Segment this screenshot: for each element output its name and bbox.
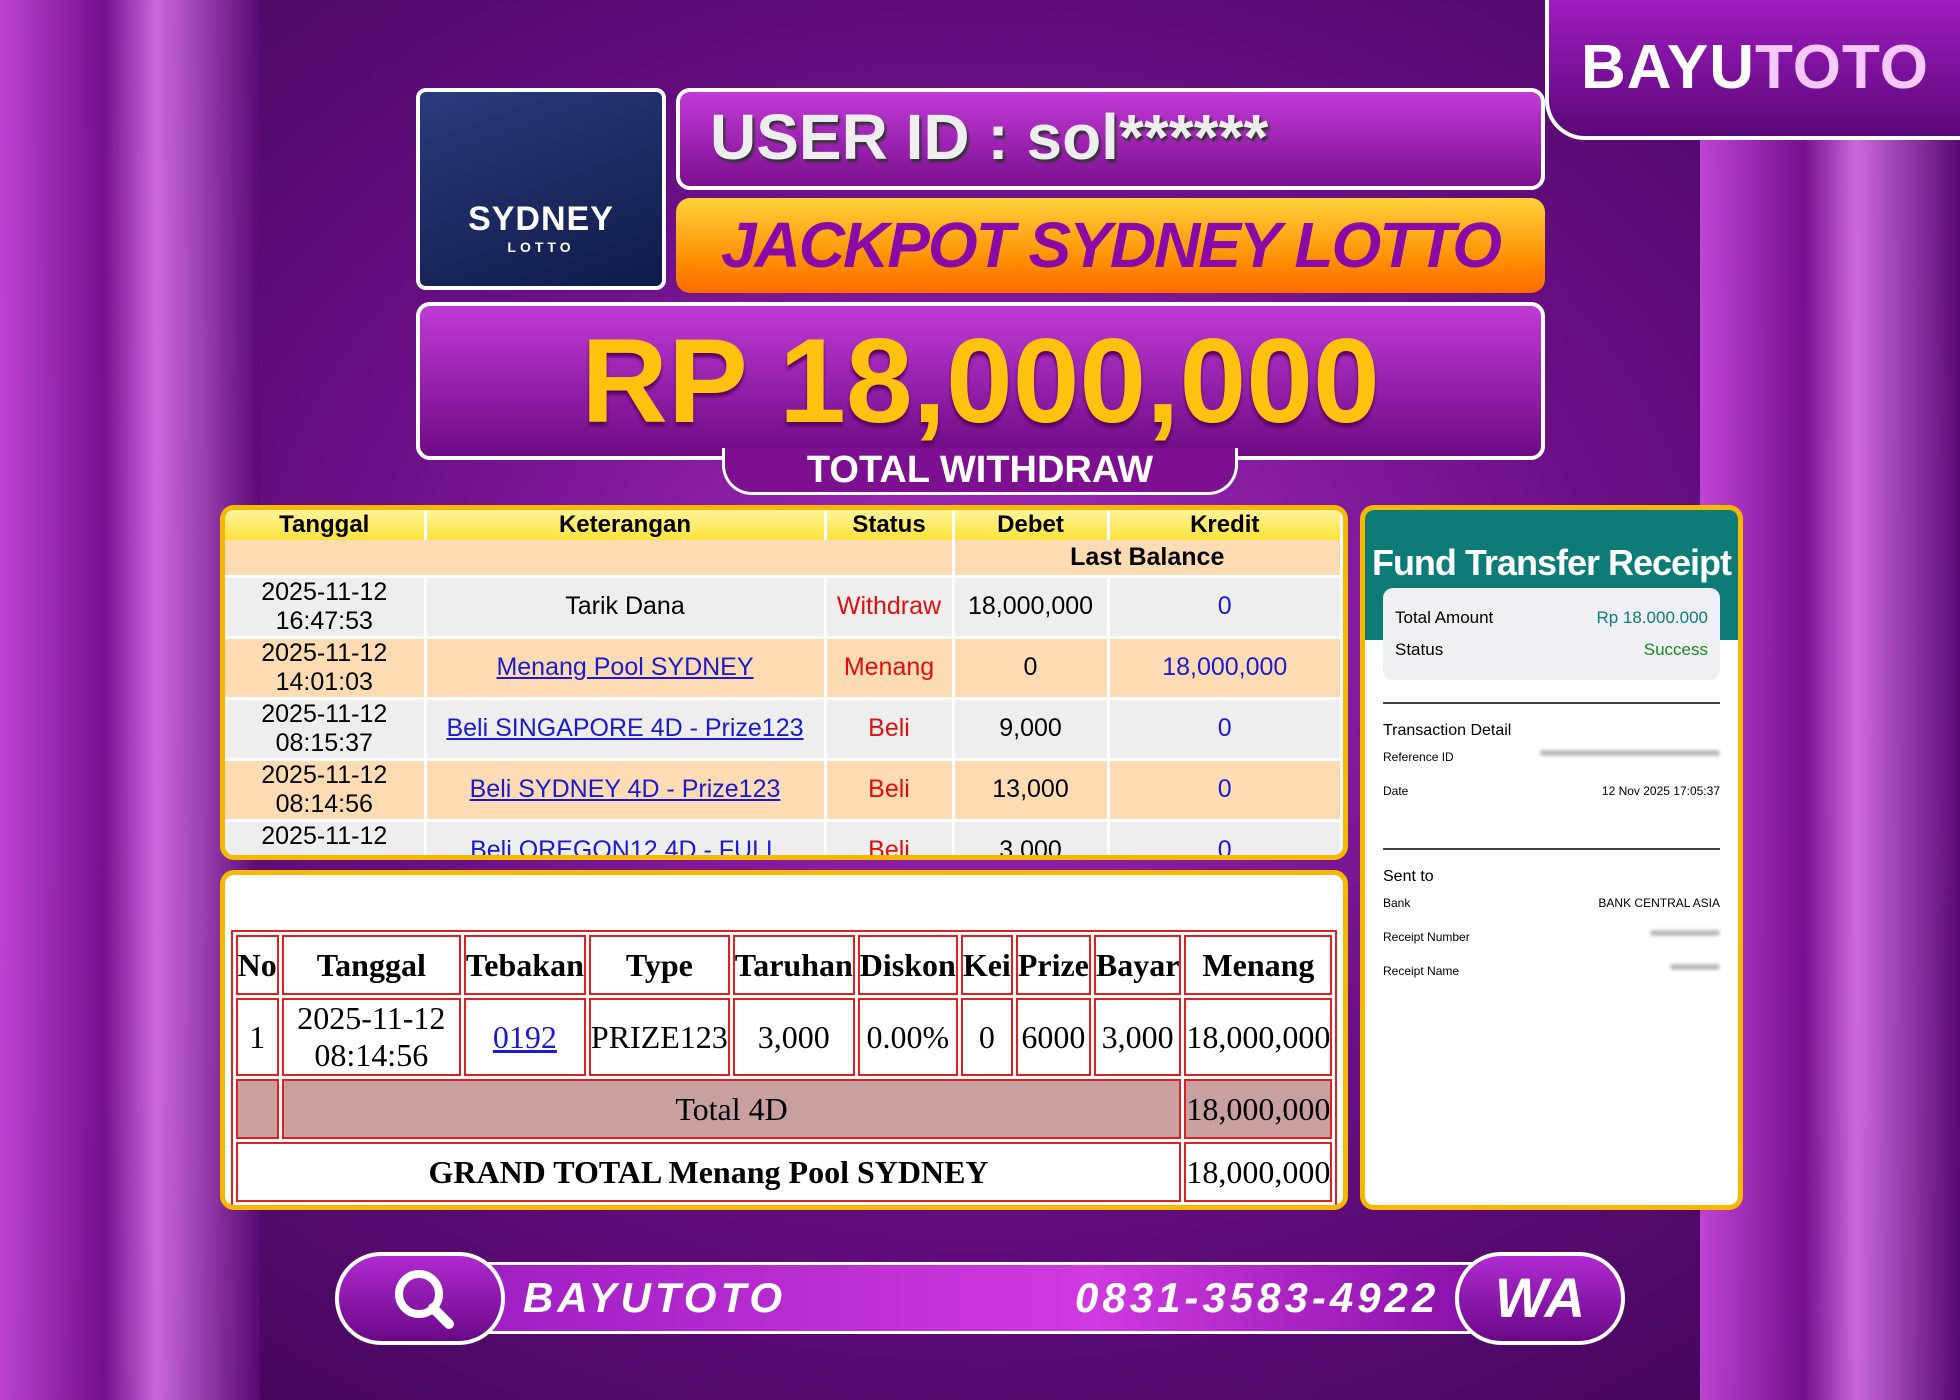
tx-debet: 3,000: [953, 820, 1108, 860]
tx-debet: 0: [953, 637, 1108, 698]
last-balance-label: Last Balance: [953, 540, 1342, 576]
footer-site-name: BAYUTOTO: [523, 1274, 786, 1322]
tx-date: 2025-11-12 08:14:56: [225, 759, 425, 820]
bet-col-tanggal: Tanggal: [282, 935, 461, 995]
tx-date: 2025-11-12 14:01:03: [225, 637, 425, 698]
tx-desc[interactable]: Menang Pool SYDNEY: [425, 637, 825, 698]
transaction-row: 2025-11-12 08:15:37 Beli SINGAPORE 4D - …: [225, 698, 1342, 759]
fund-transfer-receipt: Fund Transfer Receipt Total AmountRp 18.…: [1360, 505, 1743, 1210]
tx-debet: 18,000,000: [953, 576, 1108, 637]
tx-kredit: 0: [1108, 759, 1342, 820]
tx-date: 2025-11-12 08:15:37: [225, 698, 425, 759]
date-label: Date: [1383, 784, 1408, 798]
footer-phone: 0831-3583-4922: [1075, 1274, 1439, 1322]
whatsapp-button[interactable]: WA: [1455, 1252, 1625, 1345]
col-tanggal: Tanggal: [225, 510, 425, 540]
grand-total-label: GRAND TOTAL Menang Pool SYDNEY: [236, 1142, 1182, 1202]
total-amount-value: Rp 18.000.000: [1596, 608, 1708, 628]
search-button[interactable]: [335, 1252, 505, 1345]
search-icon: [339, 1256, 509, 1342]
tx-date: 2025-11-12 16:47:53: [225, 576, 425, 637]
bet-diskon: 0.00%: [858, 998, 958, 1076]
tx-desc[interactable]: Beli SYDNEY 4D - Prize123: [425, 759, 825, 820]
sent-to-title: Sent to: [1383, 868, 1720, 886]
tx-status: Menang: [825, 637, 953, 698]
receipt-number-redacted: [1650, 930, 1720, 936]
tx-status: Beli: [825, 759, 953, 820]
col-debet: Debet: [953, 510, 1108, 540]
bet-no: 1: [236, 998, 279, 1076]
total-amount-label: Total Amount: [1395, 608, 1493, 628]
tx-kredit: 0: [1108, 576, 1342, 637]
bank-label: Bank: [1383, 896, 1410, 910]
tx-debet: 9,000: [953, 698, 1108, 759]
tx-desc: Tarik Dana: [425, 576, 825, 637]
tx-kredit: 0: [1108, 820, 1342, 860]
bet-kei: 0: [961, 998, 1013, 1076]
bet-col-bayar: Bayar: [1094, 935, 1182, 995]
col-status: Status: [825, 510, 953, 540]
tx-kredit: 0: [1108, 698, 1342, 759]
receipt-name-redacted: [1670, 964, 1720, 970]
tx-status: Withdraw: [825, 576, 953, 637]
transaction-row: 2025-11-12 08:14:56 Beli SYDNEY 4D - Pri…: [225, 759, 1342, 820]
tx-kredit: 18,000,000: [1108, 637, 1342, 698]
receipt-name-label: Receipt Name: [1383, 964, 1459, 978]
bet-tebakan[interactable]: 0192: [464, 998, 586, 1076]
bet-bayar: 3,000: [1094, 998, 1182, 1076]
bank-value: BANK CENTRAL ASIA: [1598, 896, 1720, 910]
jackpot-banner: JACKPOT SYDNEY LOTTO: [676, 198, 1545, 293]
transaction-row: 2025-11-12 06:39:26 Beli OREGON12 4D - F…: [225, 820, 1342, 860]
footer-bar: BAYUTOTO 0831-3583-4922 WA: [335, 1252, 1625, 1345]
col-kredit: Kredit: [1108, 510, 1342, 540]
transaction-history-table: Tanggal Keterangan Status Debet Kredit L…: [220, 505, 1348, 860]
tx-status: Beli: [825, 698, 953, 759]
tx-desc[interactable]: Beli OREGON12 4D - FULL: [425, 820, 825, 860]
brand-logo: BAYUTOTO: [1545, 0, 1960, 140]
sydney-lotto-logo: SYDNEYLOTTO: [416, 88, 666, 290]
tx-date: 2025-11-12 06:39:26: [225, 820, 425, 860]
bet-col-diskon: Diskon: [858, 935, 958, 995]
total-4d-value: 18,000,000: [1184, 1079, 1332, 1139]
bet-col-kei: Kei: [961, 935, 1013, 995]
bet-col-menang: Menang: [1184, 935, 1332, 995]
transaction-row: 2025-11-12 16:47:53 Tarik Dana Withdraw …: [225, 576, 1342, 637]
bet-type: PRIZE123: [589, 998, 730, 1076]
bet-col-no: No: [236, 935, 279, 995]
tx-desc[interactable]: Beli SINGAPORE 4D - Prize123: [425, 698, 825, 759]
transaction-detail-title: Transaction Detail: [1383, 722, 1720, 740]
bet-col-prize: Prize: [1016, 935, 1091, 995]
date-value: 12 Nov 2025 17:05:37: [1602, 784, 1720, 798]
bet-detail-table: NoTanggalTebakanTypeTaruhanDiskonKeiPriz…: [220, 870, 1348, 1210]
transaction-row: 2025-11-12 14:01:03 Menang Pool SYDNEY M…: [225, 637, 1342, 698]
bet-taruhan: 3,000: [733, 998, 855, 1076]
withdraw-amount: RP 18,000,000: [416, 302, 1545, 460]
user-id-banner: USER ID : sol******: [676, 88, 1545, 190]
receipt-number-label: Receipt Number: [1383, 930, 1470, 944]
reference-id-label: Reference ID: [1383, 750, 1454, 764]
status-label: Status: [1395, 640, 1443, 660]
bet-tanggal: 2025-11-12 08:14:56: [282, 998, 461, 1076]
reference-id-redacted: [1540, 750, 1720, 756]
bet-col-tebakan: Tebakan: [464, 935, 586, 995]
receipt-summary: Total Amount Rp 18.000.000 Status Success: [1383, 588, 1720, 680]
grand-total-value: 18,000,000: [1184, 1142, 1332, 1202]
bet-prize: 6000: [1016, 998, 1091, 1076]
bet-col-taruhan: Taruhan: [733, 935, 855, 995]
col-keterangan: Keterangan: [425, 510, 825, 540]
status-value: Success: [1644, 640, 1708, 660]
tx-debet: 13,000: [953, 759, 1108, 820]
bet-col-type: Type: [589, 935, 730, 995]
bet-menang: 18,000,000: [1184, 998, 1332, 1076]
total-4d-label: Total 4D: [282, 1079, 1182, 1139]
total-withdraw-label: TOTAL WITHDRAW: [722, 448, 1238, 495]
tx-status: Beli: [825, 820, 953, 860]
